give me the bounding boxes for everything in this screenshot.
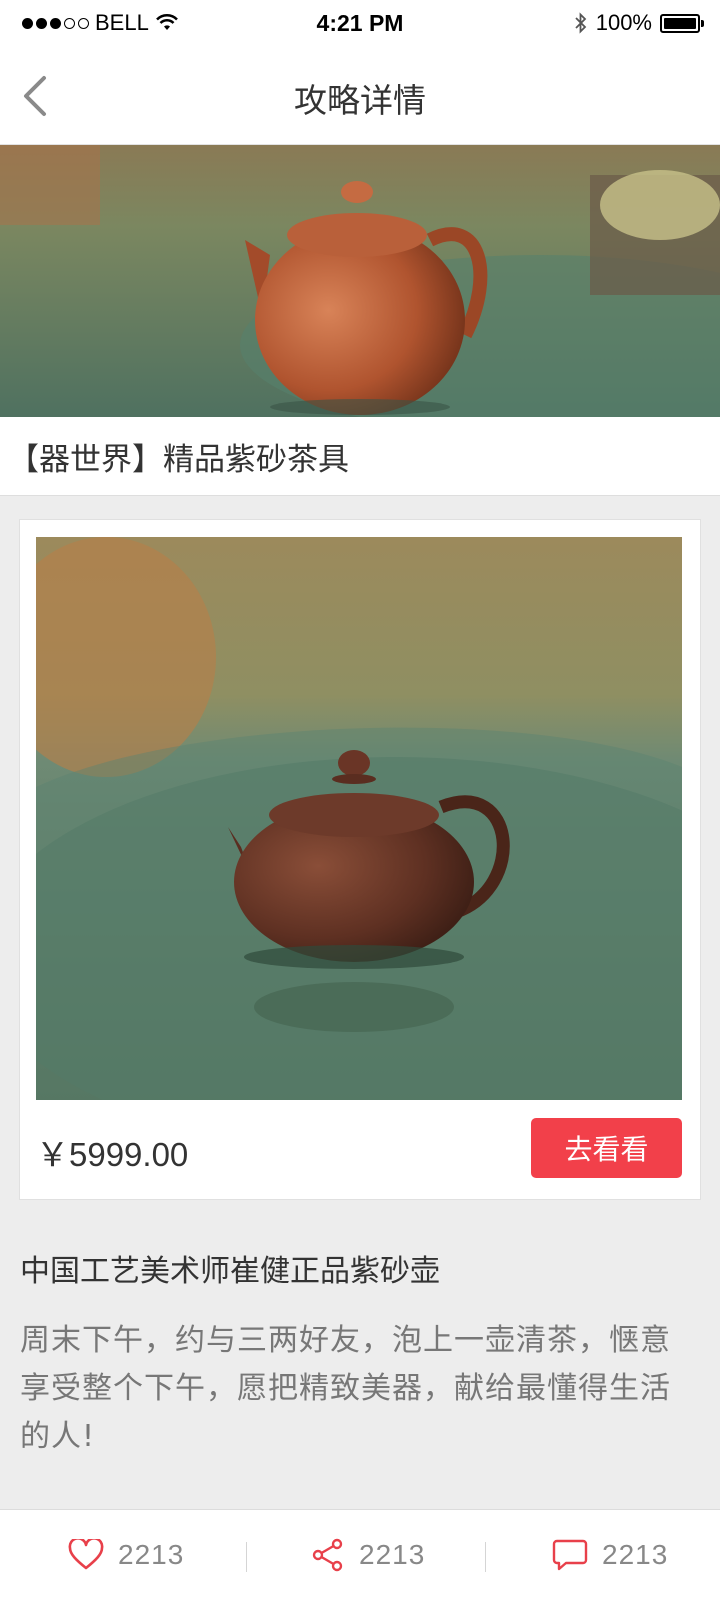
bottom-action-bar: 2213 2213 2213: [0, 1509, 720, 1600]
like-count: 2213: [118, 1539, 185, 1570]
article-description: 周末下午，约与三两好友，泡上一壶清茶，惬意享受整个下午，愿把精致美器，献给最懂得…: [20, 1323, 671, 1454]
share-count: 2213: [359, 1539, 426, 1570]
hero-image[interactable]: [0, 145, 720, 417]
bluetooth-icon: [575, 12, 586, 34]
heart-icon: [68, 1539, 104, 1570]
product-card: ￥5999.00 去看看: [19, 519, 701, 1200]
page-title: 攻略详情: [294, 81, 426, 120]
comment-icon: [552, 1539, 588, 1571]
product-teapot-image: [36, 537, 682, 1100]
hero-caption: 【器世界】精品紫砂茶具: [0, 417, 720, 496]
hero-caption-text: 【器世界】精品紫砂茶具: [8, 442, 349, 478]
status-bar: BELL 4:21 PM 100%: [0, 0, 720, 48]
battery-percent: 100%: [595, 10, 652, 35]
product-image[interactable]: [36, 537, 682, 1100]
battery-icon: [660, 13, 704, 33]
article-title: 中国工艺美术师崔健正品紫砂壶: [20, 1254, 440, 1289]
comment-action[interactable]: 2213: [552, 1510, 668, 1600]
product-price: ￥5999.00: [36, 1136, 189, 1173]
divider: [485, 1542, 486, 1572]
divider: [246, 1542, 247, 1572]
share-action[interactable]: 2213: [311, 1510, 425, 1600]
view-product-button[interactable]: 去看看: [531, 1118, 682, 1178]
status-right: 100%: [574, 10, 704, 36]
like-action[interactable]: 2213: [68, 1510, 184, 1600]
share-icon: [312, 1538, 343, 1572]
hero-teapot-image: [0, 145, 720, 417]
nav-bar: 攻略详情: [0, 48, 720, 145]
comment-count: 2213: [602, 1539, 669, 1570]
